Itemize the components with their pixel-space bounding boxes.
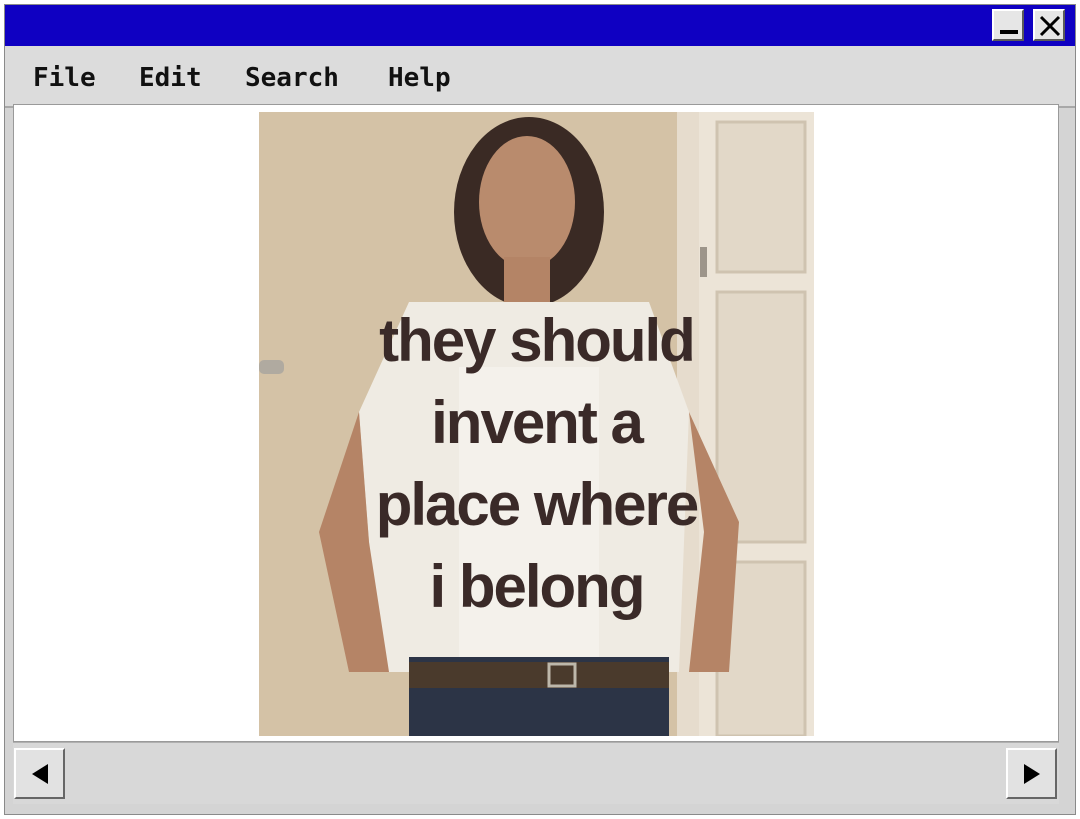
scroll-left-button[interactable] bbox=[14, 748, 65, 799]
caption-line: they should bbox=[379, 307, 696, 374]
caption-line: i belong bbox=[429, 553, 646, 620]
minimize-button[interactable] bbox=[992, 9, 1024, 41]
menu-search[interactable]: Search bbox=[245, 63, 339, 93]
photo-image: they should invent a place where i belon… bbox=[259, 112, 814, 736]
horizontal-scrollbar[interactable] bbox=[13, 742, 1059, 804]
title-bar[interactable] bbox=[5, 5, 1075, 46]
image-caption: they should invent a place where i belon… bbox=[259, 300, 814, 628]
minimize-icon bbox=[1000, 30, 1018, 34]
close-button[interactable] bbox=[1033, 9, 1065, 41]
close-icon bbox=[1039, 15, 1061, 37]
document-area: they should invent a place where i belon… bbox=[13, 104, 1059, 742]
menu-file[interactable]: File bbox=[33, 63, 96, 93]
caption-line: invent a bbox=[431, 389, 644, 456]
scroll-right-button[interactable] bbox=[1006, 748, 1057, 799]
menu-bar: File Edit Search Help bbox=[5, 46, 1075, 108]
menu-help[interactable]: Help bbox=[388, 63, 451, 93]
caption-line: place where bbox=[375, 471, 700, 538]
arrow-left-icon bbox=[32, 764, 48, 784]
menu-edit[interactable]: Edit bbox=[139, 63, 202, 93]
arrow-right-icon bbox=[1024, 764, 1040, 784]
